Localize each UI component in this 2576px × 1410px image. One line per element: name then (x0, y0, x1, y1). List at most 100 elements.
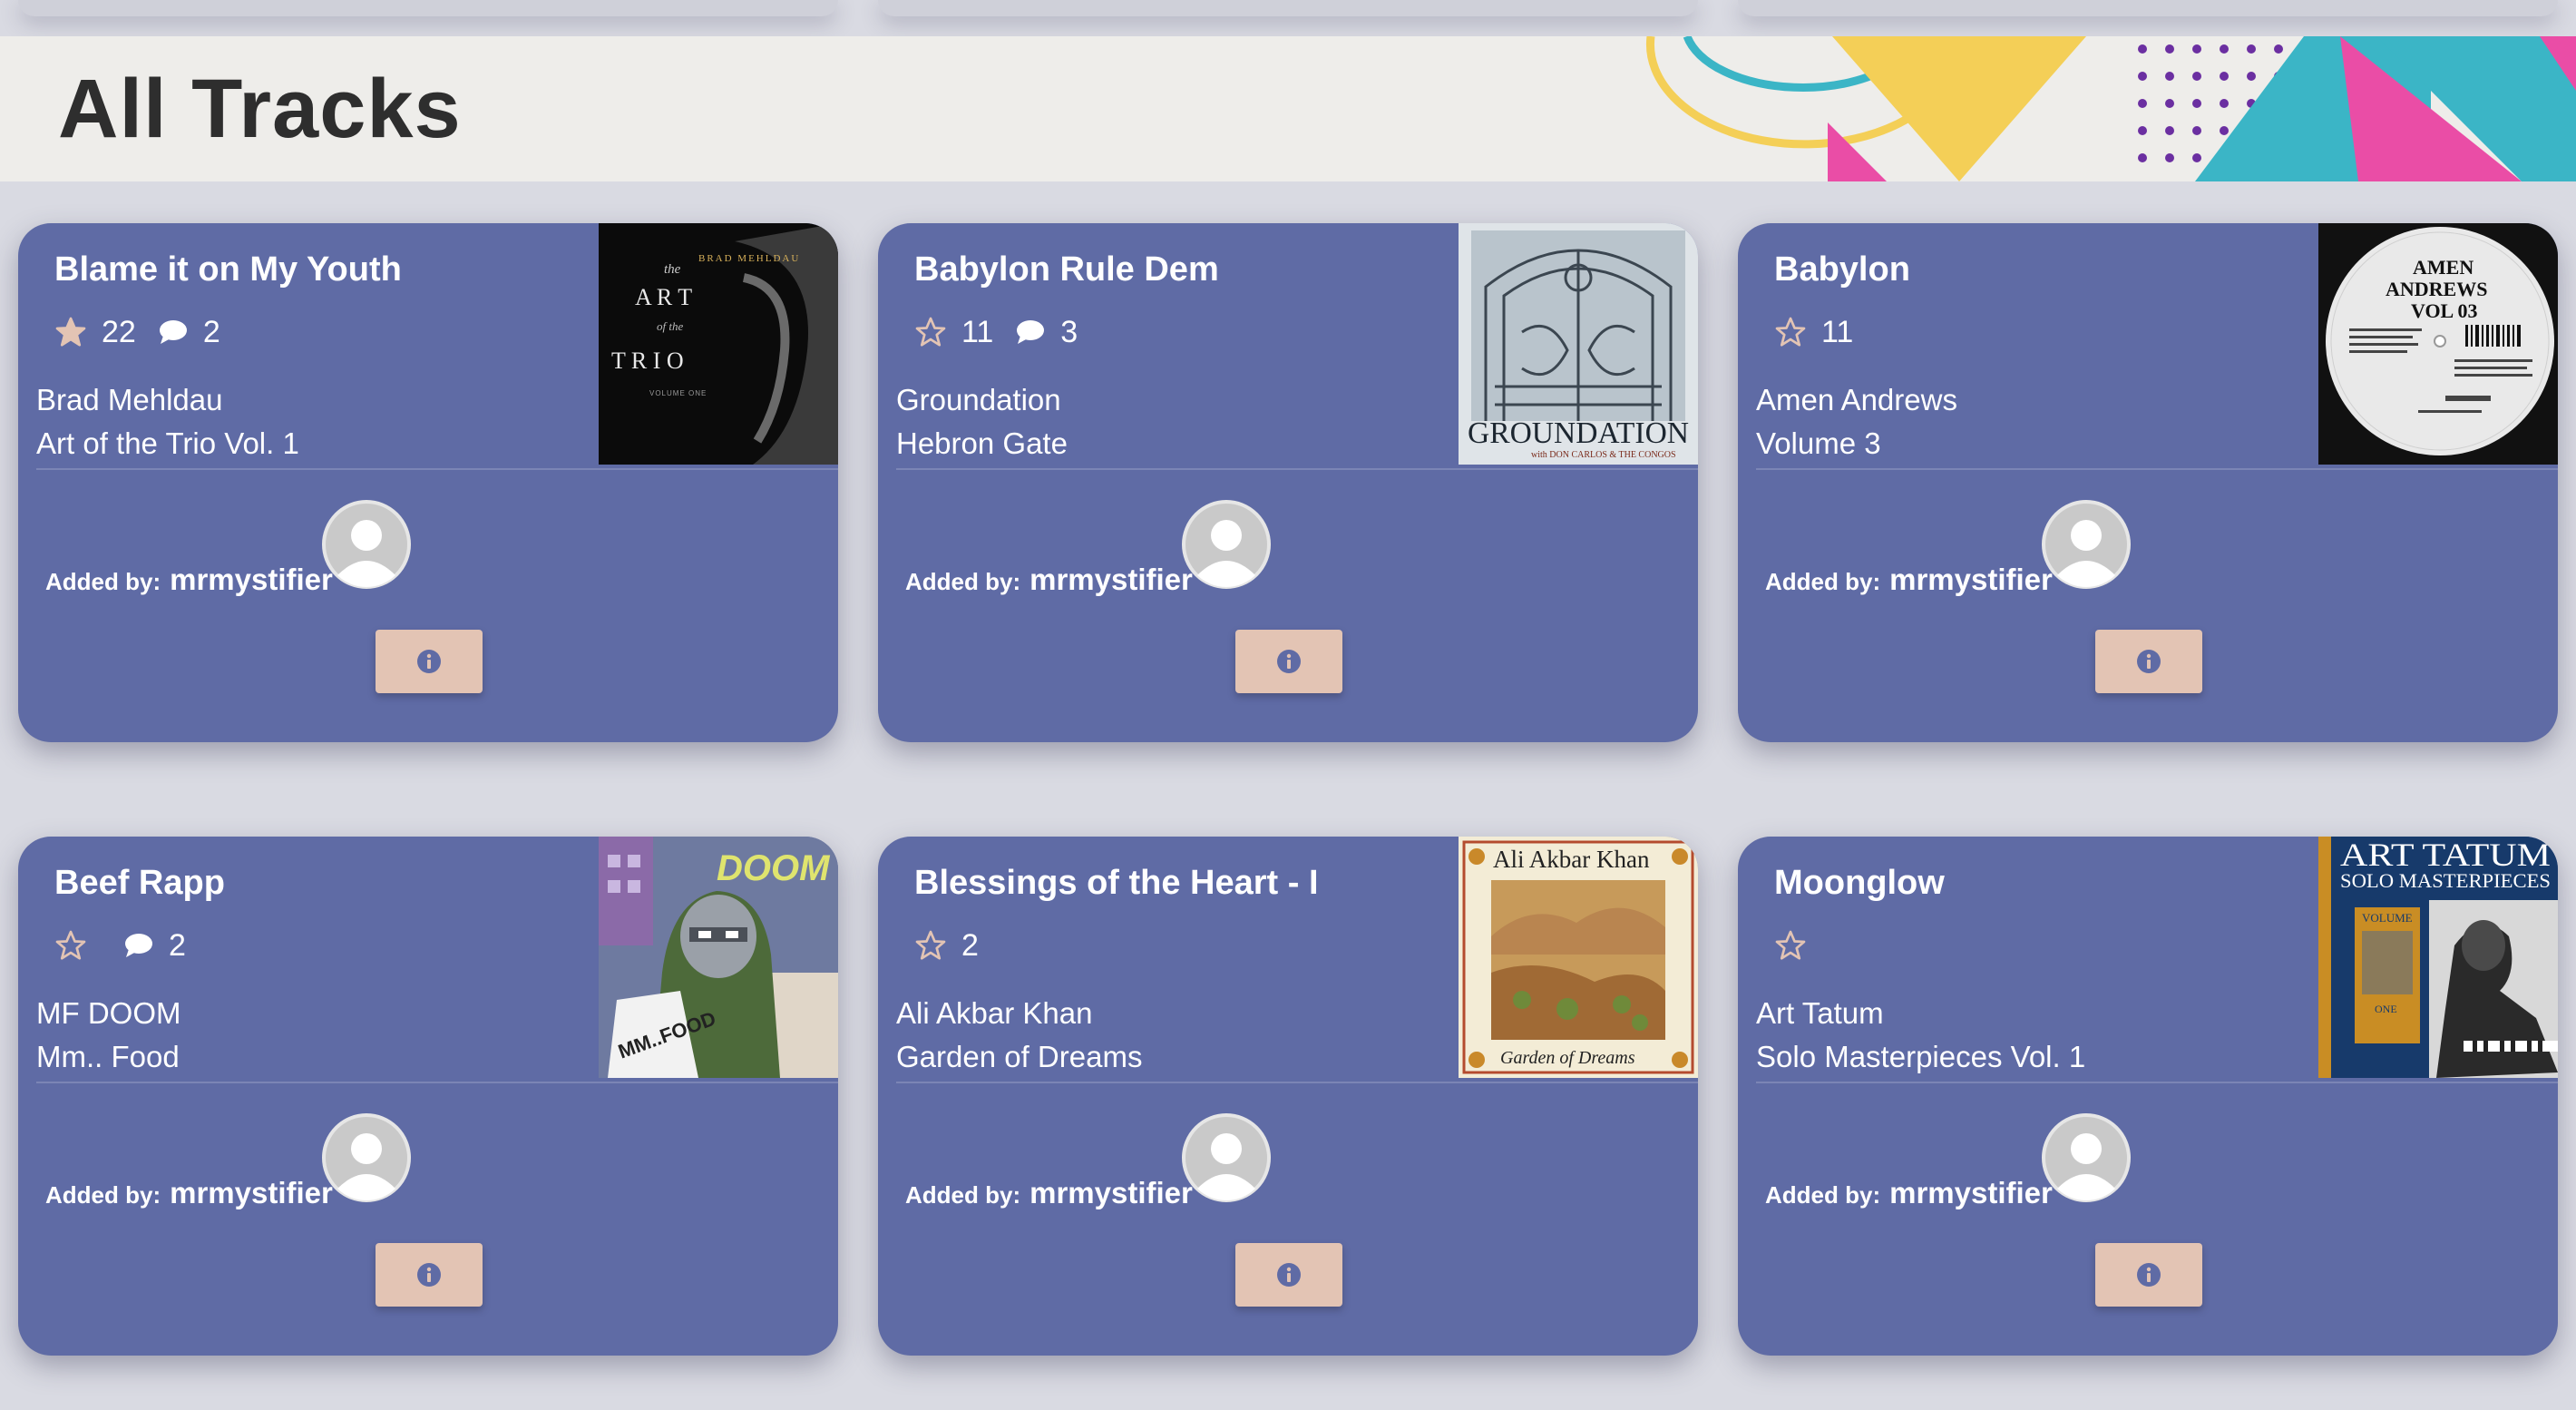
info-icon (417, 650, 441, 673)
user-avatar-icon[interactable] (2041, 1112, 2132, 1203)
comment-icon (1017, 320, 1045, 344)
track-title[interactable]: Moonglow (1774, 864, 1945, 903)
user-avatar-icon[interactable] (321, 1112, 412, 1203)
track-info-button[interactable] (376, 1243, 483, 1307)
comment-count: 2 (202, 314, 220, 349)
info-icon (417, 1263, 441, 1287)
added-by: Added by: mrmystifier (45, 563, 333, 597)
album-art-text: DOOM (717, 848, 831, 888)
card-divider (36, 1082, 838, 1083)
added-by-label: Added by: (45, 1181, 161, 1209)
user-avatar-icon[interactable] (321, 499, 412, 590)
track-card: Moonglow Art Tatum Solo Masterpieces Vol… (1738, 837, 2558, 1356)
added-by-username[interactable]: mrmystifier (1889, 563, 2053, 597)
added-by-label: Added by: (905, 1181, 1021, 1209)
star-icon[interactable] (54, 316, 87, 348)
track-card: Babylon Rule Dem 11 3 Groundation Hebron … (878, 223, 1698, 742)
star-icon[interactable] (54, 929, 87, 962)
track-title[interactable]: Babylon (1774, 250, 1910, 289)
track-artist: Amen Andrews (1756, 383, 1957, 416)
added-by-username[interactable]: mrmystifier (1889, 1176, 2053, 1210)
track-info-button[interactable] (2095, 630, 2202, 693)
track-card: Blame it on My Youth 22 2 Brad Mehldau Ar… (18, 223, 838, 742)
comment-stat: 2 (158, 315, 220, 350)
star-icon[interactable] (1774, 316, 1807, 348)
track-artist: Brad Mehldau (36, 383, 223, 416)
album-art-text: Ali Akbar Khan (1493, 846, 1650, 873)
card-divider (1756, 1082, 2558, 1083)
album-art: BRAD MEHLDAU the A R T of the T R I O VO… (599, 223, 838, 465)
comment-icon (125, 934, 152, 957)
track-stats (1774, 925, 1843, 965)
rating-stat (54, 929, 102, 962)
star-icon[interactable] (1774, 929, 1807, 962)
track-album: Garden of Dreams (896, 1040, 1143, 1073)
added-by-username[interactable]: mrmystifier (1029, 1176, 1193, 1210)
album-art-text: SOLO MASTERPIECES (2340, 869, 2551, 892)
added-by-label: Added by: (1765, 1181, 1881, 1209)
album-art-text: VOLUME ONE (649, 389, 707, 397)
info-icon (2137, 650, 2161, 673)
album-art-text: BRAD MEHLDAU (698, 253, 800, 264)
track-artist: Groundation (896, 383, 1061, 416)
info-icon (1277, 650, 1301, 673)
page-header: All Tracks (0, 36, 2576, 181)
added-by: Added by: mrmystifier (905, 1176, 1193, 1210)
album-art: GROUNDATION with DON CARLOS & THE CONGOS (1459, 223, 1698, 465)
track-album: Volume 3 (1756, 426, 1881, 460)
track-title[interactable]: Blame it on My Youth (54, 250, 402, 289)
comment-count: 2 (169, 927, 186, 963)
rating-count: 11 (1821, 314, 1854, 349)
rating-stat: 2 (914, 928, 979, 964)
album-art-text: VOL 03 (2411, 299, 2478, 322)
track-album: Solo Masterpieces Vol. 1 (1756, 1040, 2086, 1073)
track-card: Beef Rapp 2 MF DOOM Mm.. Food DOOM MM..F… (18, 837, 838, 1356)
info-icon (2137, 1263, 2161, 1287)
track-artist: Ali Akbar Khan (896, 996, 1093, 1030)
added-by-username[interactable]: mrmystifier (170, 563, 333, 597)
track-info-button[interactable] (2095, 1243, 2202, 1307)
album-art-text: of the (657, 319, 683, 333)
track-card: Blessings of the Heart - I 2 Ali Akbar K… (878, 837, 1698, 1356)
album-art-text: the (664, 262, 681, 277)
album-art-text: AMEN (2413, 256, 2474, 279)
user-avatar-icon[interactable] (1181, 1112, 1272, 1203)
album-art-text: GROUNDATION (1468, 416, 1689, 450)
track-info-button[interactable] (1235, 630, 1342, 693)
track-title[interactable]: Babylon Rule Dem (914, 250, 1219, 289)
track-card: Babylon 11 Amen Andrews Volume 3 AMEN AN… (1738, 223, 2558, 742)
rating-count: 2 (961, 927, 979, 963)
comment-stat: 3 (1015, 315, 1078, 350)
track-info-button[interactable] (1235, 1243, 1342, 1307)
track-title[interactable]: Blessings of the Heart - I (914, 864, 1319, 903)
album-art: DOOM MM..FOOD (599, 837, 838, 1078)
user-avatar-icon[interactable] (1181, 499, 1272, 590)
added-by-username[interactable]: mrmystifier (170, 1176, 333, 1210)
track-album: Mm.. Food (36, 1040, 180, 1073)
rating-count: 11 (961, 314, 994, 349)
rating-stat: 11 (1774, 315, 1853, 350)
track-info-button[interactable] (376, 630, 483, 693)
album-art-text: ONE (2375, 1003, 2397, 1015)
rating-stat: 22 (54, 315, 136, 350)
track-stats: 2 (914, 925, 1000, 965)
album-art-text: ANDREWS (2386, 278, 2487, 300)
track-title[interactable]: Beef Rapp (54, 864, 225, 903)
star-icon[interactable] (914, 316, 947, 348)
rating-stat: 11 (914, 315, 993, 350)
page-title: All Tracks (58, 63, 462, 155)
comment-stat: 2 (123, 928, 186, 964)
user-avatar-icon[interactable] (2041, 499, 2132, 590)
added-by: Added by: mrmystifier (1765, 563, 2053, 597)
added-by-username[interactable]: mrmystifier (1029, 563, 1193, 597)
album-art-text: A R T (635, 284, 692, 310)
card-divider (36, 468, 838, 470)
album-art-text: T R I O (611, 348, 684, 374)
track-album: Art of the Trio Vol. 1 (36, 426, 299, 460)
card-divider (896, 1082, 1698, 1083)
page: All Tracks Blame it on My Youth 22 2 Brad… (0, 0, 2576, 1410)
album-art: AMEN ANDREWS VOL 03 (2318, 223, 2558, 465)
star-icon[interactable] (914, 929, 947, 962)
added-by-label: Added by: (1765, 568, 1881, 595)
added-by: Added by: mrmystifier (45, 1176, 333, 1210)
